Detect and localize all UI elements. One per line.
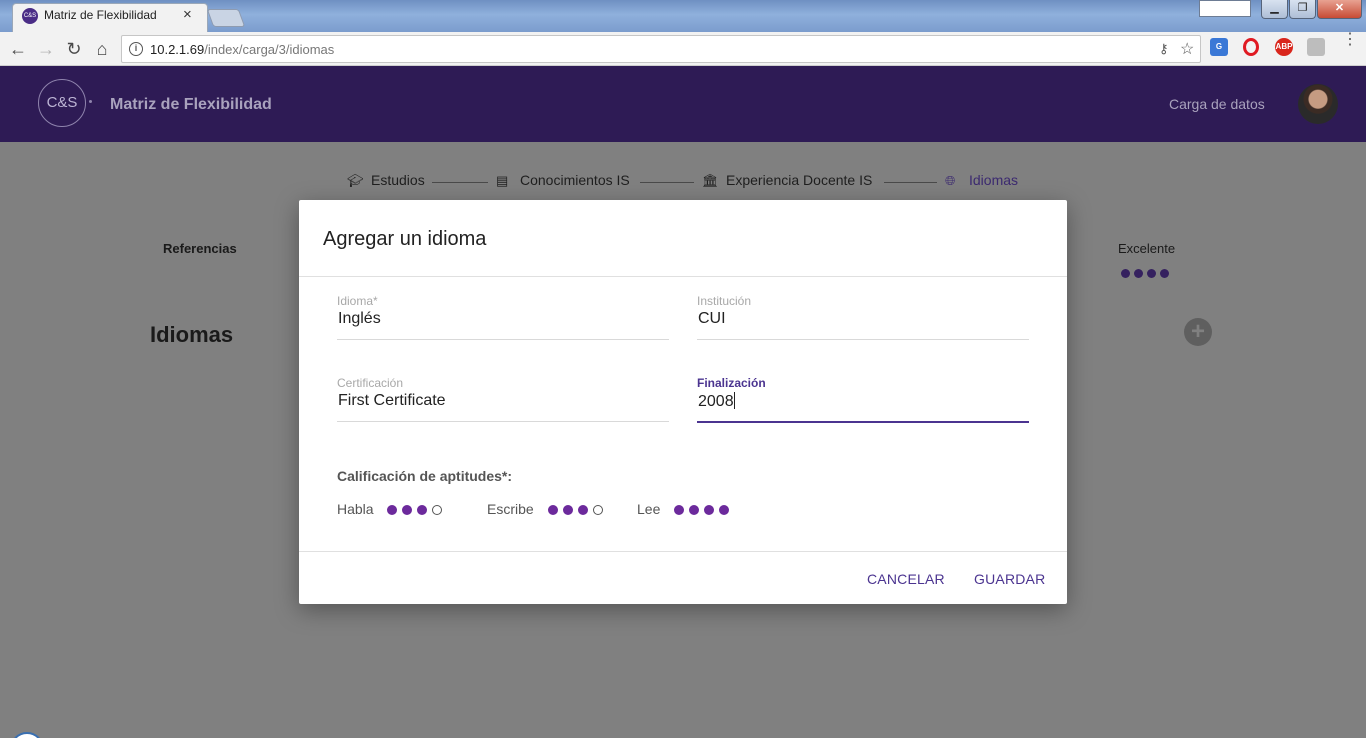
rating-dot[interactable] — [689, 505, 700, 515]
user-avatar[interactable] — [1298, 84, 1338, 124]
field-underline — [337, 421, 669, 422]
bookmark-star-icon[interactable]: ☆ — [1180, 39, 1194, 59]
adblock-extension-icon[interactable]: ABP — [1275, 38, 1293, 56]
step-label: Idiomas — [969, 172, 1019, 188]
opera-extension-icon[interactable] — [1243, 38, 1259, 56]
tab-close-icon[interactable]: × — [183, 6, 192, 23]
rating-dot[interactable] — [432, 505, 443, 515]
app-title: Matriz de Flexibilidad — [110, 96, 272, 113]
completion-year-input[interactable]: 2008 — [698, 392, 1028, 411]
rating-dot[interactable] — [547, 505, 558, 515]
bank-icon: 🏛︎ — [702, 173, 719, 188]
window-user-box — [1199, 0, 1251, 17]
browser-menu-icon[interactable]: ⋮ — [1342, 32, 1358, 48]
field-label: Idioma* — [337, 294, 378, 308]
info-icon[interactable]: i — [129, 42, 143, 56]
step-connector — [432, 182, 488, 183]
rating-dot[interactable] — [704, 505, 715, 515]
tab-title: Matriz de Flexibilidad — [44, 8, 157, 22]
dialog-divider — [299, 276, 1067, 277]
graduation-cap-icon: 🎓︎ — [347, 173, 364, 188]
step-connector — [640, 182, 694, 183]
step-conocimientos[interactable]: ▤ Conocimientos IS — [496, 172, 630, 189]
rating-dot[interactable] — [674, 505, 685, 515]
back-icon[interactable]: ← — [6, 37, 30, 61]
add-language-button[interactable]: + — [1184, 318, 1212, 346]
language-input[interactable]: Inglés — [338, 310, 668, 328]
grid-extension-icon[interactable] — [1307, 38, 1325, 56]
browser-toolbar: ← → ↻ ⌂ i 10.2.1.69/index/carga/3/idioma… — [0, 32, 1366, 66]
dialog-divider — [299, 551, 1067, 552]
tab-favicon: C&S — [22, 8, 38, 24]
translate-extension-icon[interactable]: G — [1210, 38, 1228, 56]
logo-dot — [89, 100, 92, 103]
rating-dot[interactable] — [719, 505, 730, 515]
message-icon: ▤ — [496, 173, 509, 188]
url-text[interactable]: 10.2.1.69/index/carga/3/idiomas — [150, 42, 334, 57]
forward-icon[interactable]: → — [34, 37, 58, 61]
step-idiomas[interactable]: 🌐︎ Idiomas — [945, 172, 1018, 189]
reload-icon[interactable]: ↻ — [62, 37, 86, 61]
rating-dot[interactable] — [577, 505, 588, 515]
field-label: Certificación — [337, 376, 404, 390]
app-header: C&S Matriz de Flexibilidad Carga de dato… — [0, 66, 1366, 142]
excellent-label: Excelente — [1118, 241, 1176, 256]
dialog-title: Agregar un idioma — [323, 228, 487, 250]
speaking-rating[interactable] — [387, 501, 447, 517]
globe-icon: 🌐︎ — [945, 173, 956, 188]
certification-input[interactable]: First Certificate — [338, 392, 668, 410]
key-icon[interactable]: ⚷ — [1159, 41, 1169, 57]
app-logo[interactable]: C&S — [38, 79, 86, 127]
rating-dot[interactable] — [402, 505, 413, 515]
skill-label: Escribe — [487, 501, 534, 517]
rating-dot[interactable] — [592, 505, 603, 515]
minimize-button[interactable]: ▁ — [1261, 0, 1288, 19]
rating-dot[interactable] — [417, 505, 428, 515]
stepper: 🎓︎ Estudios ▤ Conocimientos IS 🏛︎ Experienc… — [0, 172, 1366, 192]
skills-title: Calificación de aptitudes*: — [337, 468, 513, 484]
rating-dot[interactable] — [387, 505, 398, 515]
cancel-button[interactable]: CANCELAR — [867, 571, 945, 587]
field-label: Finalización — [697, 376, 766, 390]
skill-label: Lee — [637, 501, 661, 517]
section-title: Idiomas — [150, 322, 234, 347]
nav-link-carga-de-datos[interactable]: Carga de datos — [1169, 96, 1265, 112]
reading-rating[interactable] — [674, 501, 734, 517]
field-label: Institución — [697, 294, 752, 308]
skill-label: Habla — [337, 501, 374, 517]
save-button[interactable]: GUARDAR — [974, 571, 1045, 587]
skill-writing: Escribe — [487, 501, 608, 517]
step-estudios[interactable]: 🎓︎ Estudios — [347, 172, 425, 189]
new-tab-button[interactable] — [206, 9, 246, 27]
step-connector — [884, 182, 937, 183]
add-language-dialog: Agregar un idioma Idioma* Inglés Institu… — [299, 200, 1067, 604]
references-label: Referencias — [163, 241, 237, 256]
step-label: Experiencia Docente IS — [726, 172, 873, 188]
home-icon[interactable]: ⌂ — [90, 37, 114, 61]
step-experiencia[interactable]: 🏛︎ Experiencia Docente IS — [702, 172, 872, 189]
address-bar[interactable]: i 10.2.1.69/index/carga/3/idiomas ⚷ ☆ — [121, 35, 1201, 63]
excellent-rating-dots — [1121, 265, 1173, 283]
close-window-button[interactable]: ✕ — [1317, 0, 1362, 19]
writing-rating[interactable] — [547, 501, 608, 517]
window-titlebar: C&S Matriz de Flexibilidad × ▁ ❐ ✕ — [0, 0, 1366, 32]
field-underline — [697, 421, 1029, 423]
skill-speaking: Habla — [337, 501, 447, 517]
rating-dot[interactable] — [562, 505, 573, 515]
field-underline — [337, 339, 669, 340]
step-label: Conocimientos IS — [520, 172, 630, 188]
maximize-button[interactable]: ❐ — [1289, 0, 1316, 19]
institution-input[interactable]: CUI — [698, 310, 1028, 328]
skill-reading: Lee — [637, 501, 734, 517]
field-underline — [697, 339, 1029, 340]
step-label: Estudios — [371, 172, 425, 188]
